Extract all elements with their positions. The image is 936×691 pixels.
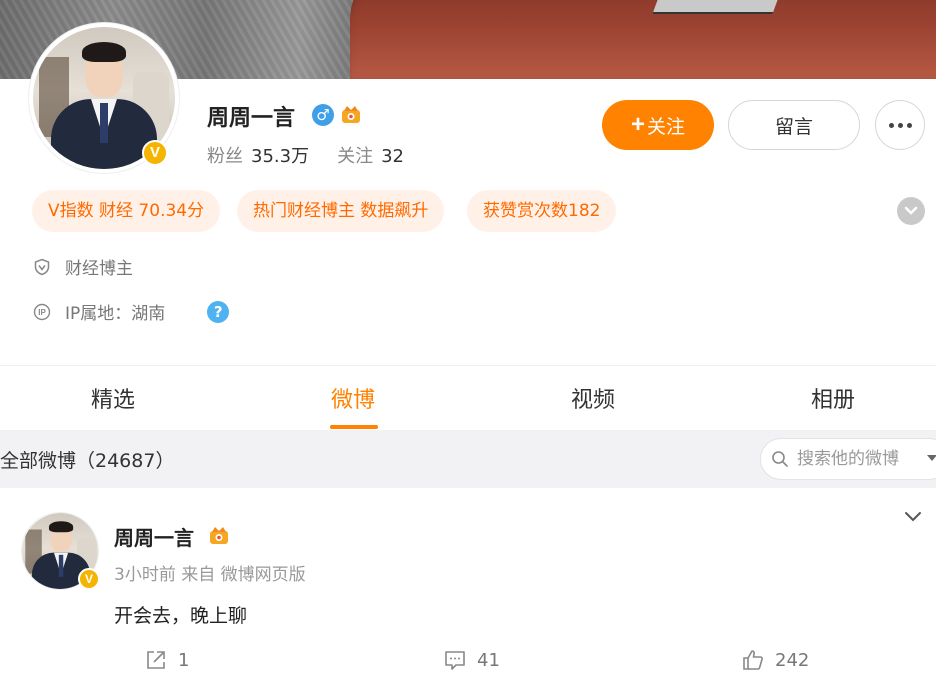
share-icon — [147, 651, 165, 669]
repost-count: 1 — [178, 649, 190, 671]
dropdown-caret-icon[interactable] — [927, 455, 936, 461]
profile-stats: 粉丝 35.3万 关注 32 — [207, 142, 404, 168]
chevron-down-icon[interactable] — [903, 510, 923, 524]
fans-label: 粉丝 — [207, 146, 243, 167]
fans-count[interactable]: 35.3万 — [251, 146, 309, 167]
message-button[interactable]: 留言 — [728, 100, 860, 150]
male-icon: ♂ — [312, 104, 334, 126]
tab-albums[interactable]: 相册 — [811, 382, 855, 414]
ip-location-text: IP属地：湖南 — [65, 304, 166, 324]
divider — [0, 365, 936, 366]
dot-icon — [906, 122, 912, 128]
follow-button[interactable]: + 关注 — [602, 100, 714, 150]
post-meta[interactable]: 3小时前 来自 微博网页版 — [114, 560, 306, 585]
expand-chevron-icon[interactable] — [897, 197, 925, 225]
category-row: 财经博主 — [33, 254, 133, 279]
profile-name: 周周一言 — [207, 106, 296, 131]
crown-icon[interactable] — [340, 103, 362, 125]
help-icon[interactable]: ? — [207, 300, 230, 323]
plus-icon: + — [630, 111, 645, 138]
post-content: 开会去，晚上聊 — [114, 605, 248, 627]
like-count: 242 — [775, 649, 810, 671]
like-button[interactable]: 242 — [741, 648, 809, 672]
thumbs-up-icon — [743, 650, 763, 670]
search-box[interactable] — [760, 438, 936, 480]
tag-reward-count[interactable]: 获赞赏次数182 — [467, 190, 617, 232]
shield-icon — [34, 258, 50, 275]
search-input[interactable] — [797, 449, 917, 469]
repost-button[interactable]: 1 — [144, 648, 189, 672]
message-button-label: 留言 — [774, 116, 813, 138]
svg-text:IP: IP — [38, 308, 46, 317]
all-posts-title[interactable]: 全部微博（24687） — [0, 446, 174, 473]
search-icon — [772, 451, 788, 467]
active-tab-indicator — [330, 425, 378, 429]
category-text: 财经博主 — [65, 259, 133, 279]
tab-videos[interactable]: 视频 — [571, 382, 615, 414]
ip-location-icon: IP — [33, 303, 51, 320]
comment-button[interactable]: 41 — [443, 648, 500, 672]
following-count[interactable]: 32 — [381, 146, 404, 167]
dot-icon — [897, 122, 903, 128]
tab-featured[interactable]: 精选 — [91, 382, 135, 414]
tag-hot-blogger[interactable]: 热门财经博主 数据飙升 — [237, 190, 445, 232]
post-author-name[interactable]: 周周一言 — [114, 522, 194, 551]
verified-badge-icon: V — [78, 568, 100, 590]
more-options-button[interactable] — [875, 100, 925, 150]
verified-badge-icon: V — [142, 140, 168, 166]
tab-weibo[interactable]: 微博 — [331, 382, 375, 414]
tag-v-index[interactable]: V指数 财经 70.34分 — [32, 190, 221, 232]
dot-icon — [888, 122, 894, 128]
cover-paper — [652, 0, 778, 14]
comment-count: 41 — [477, 649, 500, 671]
following-label: 关注 — [337, 146, 374, 167]
crown-icon[interactable] — [208, 524, 230, 546]
comment-icon — [445, 651, 465, 670]
cover-desk — [350, 0, 936, 79]
ip-row: IP IP属地：湖南 ? — [33, 299, 230, 324]
follow-button-label: 关注 — [647, 116, 686, 138]
